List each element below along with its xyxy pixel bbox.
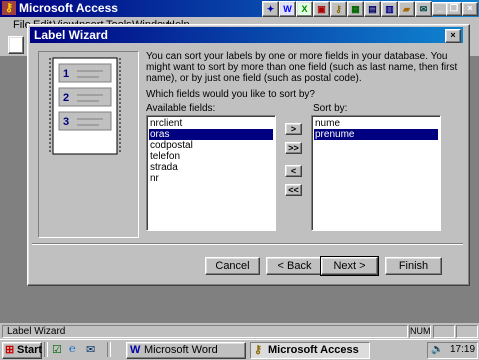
- task-label: Microsoft Word: [144, 344, 218, 356]
- list-item[interactable]: prenume: [314, 129, 438, 140]
- access-key-icon: ⚷: [254, 344, 263, 356]
- sort-step-number-2: 2: [63, 92, 69, 104]
- add-field-button[interactable]: >: [285, 123, 302, 135]
- list-item[interactable]: nume: [314, 118, 341, 129]
- task-label: Microsoft Access: [268, 344, 359, 356]
- start-label: Start: [17, 344, 43, 356]
- task-microsoft-access[interactable]: ⚷ Microsoft Access: [250, 342, 370, 359]
- sort-by-label: Sort by:: [313, 103, 348, 114]
- status-bar: Label Wizard NUM: [0, 323, 479, 339]
- sort-step-number-1: 1: [63, 68, 69, 80]
- next-button[interactable]: Next >: [320, 256, 379, 276]
- sort-question: Which fields would you like to sort by?: [146, 89, 315, 100]
- available-fields-label: Available fields:: [146, 103, 216, 114]
- status-panel-empty: [456, 325, 478, 338]
- taskbar: ⊞ Start ☑ ℮ ✉ W Microsoft Word ⚷ Microso…: [0, 339, 479, 360]
- folder-icon[interactable]: ▰: [398, 1, 415, 17]
- available-fields-list[interactable]: nrclient oras codpostal telefon strada n…: [146, 115, 276, 231]
- start-button[interactable]: ⊞ Start: [2, 342, 42, 359]
- mail-icon[interactable]: ✉: [415, 1, 432, 17]
- list-item[interactable]: codpostal: [149, 140, 194, 151]
- office-shortcut-icon[interactable]: ✦: [262, 1, 279, 17]
- word-icon[interactable]: W: [279, 1, 296, 17]
- status-panel-empty: [433, 325, 455, 338]
- restore-button[interactable]: ❐: [446, 2, 462, 16]
- add-all-fields-button[interactable]: >>: [285, 142, 302, 154]
- finish-button[interactable]: Finish: [385, 257, 442, 275]
- schedule-icon[interactable]: ▦: [347, 1, 364, 17]
- remove-all-fields-button[interactable]: <<: [285, 184, 302, 196]
- excel-icon[interactable]: X: [296, 1, 313, 17]
- binder-icon[interactable]: ▥: [381, 1, 398, 17]
- word-icon: W: [130, 344, 141, 356]
- divider: [107, 342, 111, 357]
- dialog-title: Label Wizard: [34, 28, 108, 42]
- outlook-icon[interactable]: ✉: [86, 343, 95, 356]
- divider: [44, 342, 48, 357]
- access-key-icon[interactable]: ⚷: [2, 1, 16, 15]
- labels-sheet-icon: [49, 57, 121, 155]
- access-shortcut-icon[interactable]: ⚷: [330, 1, 347, 17]
- sorted-labels-illustration: 1 2 3: [49, 57, 121, 155]
- windows-logo-icon: ⊞: [5, 344, 15, 356]
- cancel-button[interactable]: Cancel: [205, 257, 260, 275]
- list-item[interactable]: strada: [149, 162, 179, 173]
- bookshelf-icon[interactable]: ▤: [364, 1, 381, 17]
- illustration-panel: 1 2 3: [38, 51, 139, 238]
- back-button[interactable]: < Back: [266, 257, 323, 275]
- app-title: Microsoft Access: [19, 1, 118, 15]
- list-item[interactable]: telefon: [149, 151, 181, 162]
- task-microsoft-word[interactable]: W Microsoft Word: [126, 342, 246, 359]
- list-item[interactable]: nr: [149, 173, 160, 184]
- divider: [32, 243, 463, 245]
- list-item[interactable]: oras: [149, 129, 273, 140]
- powerpoint-icon[interactable]: ▣: [313, 1, 330, 17]
- quick-launch-icon[interactable]: ☑: [52, 343, 62, 356]
- dialog-title-bar: Label Wizard ×: [30, 27, 463, 43]
- sort-step-number-3: 3: [63, 116, 69, 128]
- num-lock-indicator: NUM: [409, 325, 431, 338]
- dialog-close-button[interactable]: ×: [445, 29, 461, 43]
- clock[interactable]: 17:19: [450, 344, 475, 355]
- remove-field-button[interactable]: <: [285, 165, 302, 177]
- label-wizard-dialog: Label Wizard × 1 2 3 You can sort your l…: [27, 24, 470, 286]
- browser-icon[interactable]: ℮: [69, 343, 76, 355]
- list-item[interactable]: nrclient: [149, 118, 183, 129]
- app-title-bar: ⚷ Microsoft Access ✦ W X ▣ ⚷ ▦ ▤ ▥ ▰ ✉ _…: [0, 0, 479, 17]
- new-document-icon[interactable]: [8, 36, 24, 54]
- sort-by-list[interactable]: nume prenume: [311, 115, 441, 231]
- close-button[interactable]: ×: [462, 2, 478, 16]
- speaker-icon[interactable]: 🔈: [431, 344, 443, 355]
- status-text: Label Wizard: [2, 325, 408, 338]
- system-tray: 🔈 17:19: [427, 342, 478, 359]
- wizard-description: You can sort your labels by one or more …: [146, 51, 458, 84]
